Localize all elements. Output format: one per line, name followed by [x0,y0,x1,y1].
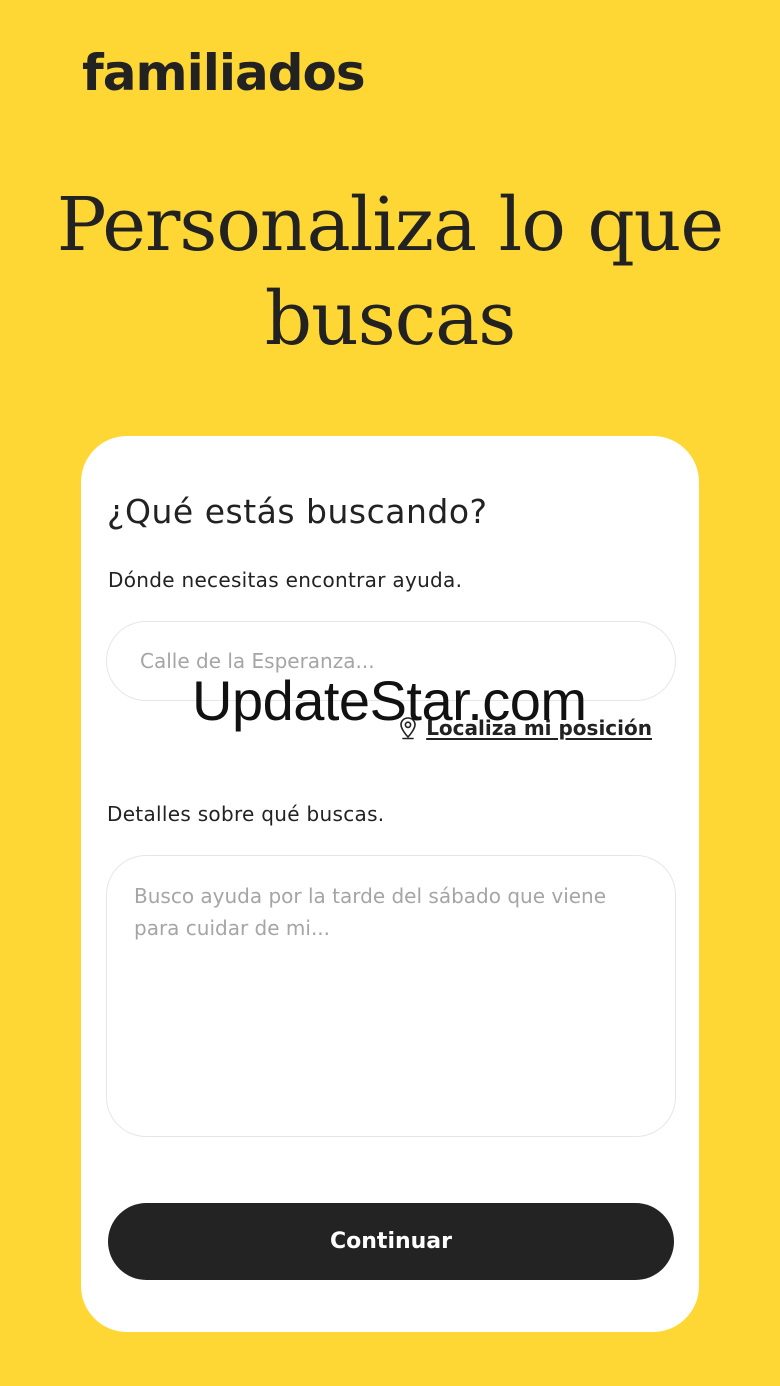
continue-button[interactable]: Continuar [108,1203,674,1280]
locate-position-link[interactable]: Localiza mi posición [398,716,652,740]
page-title: Personaliza lo que buscas [56,182,724,362]
details-label: Detalles sobre qué buscas. [107,802,385,826]
search-form-card: ¿Qué estás buscando? Dónde necesitas enc… [81,436,699,1332]
details-textarea[interactable] [106,855,676,1137]
form-title: ¿Qué estás buscando? [107,492,488,531]
brand-logo: familiados [82,44,366,102]
location-input[interactable] [106,621,676,701]
locate-position-label: Localiza mi posición [426,716,652,740]
map-pin-icon [400,717,416,740]
location-label: Dónde necesitas encontrar ayuda. [108,568,463,592]
